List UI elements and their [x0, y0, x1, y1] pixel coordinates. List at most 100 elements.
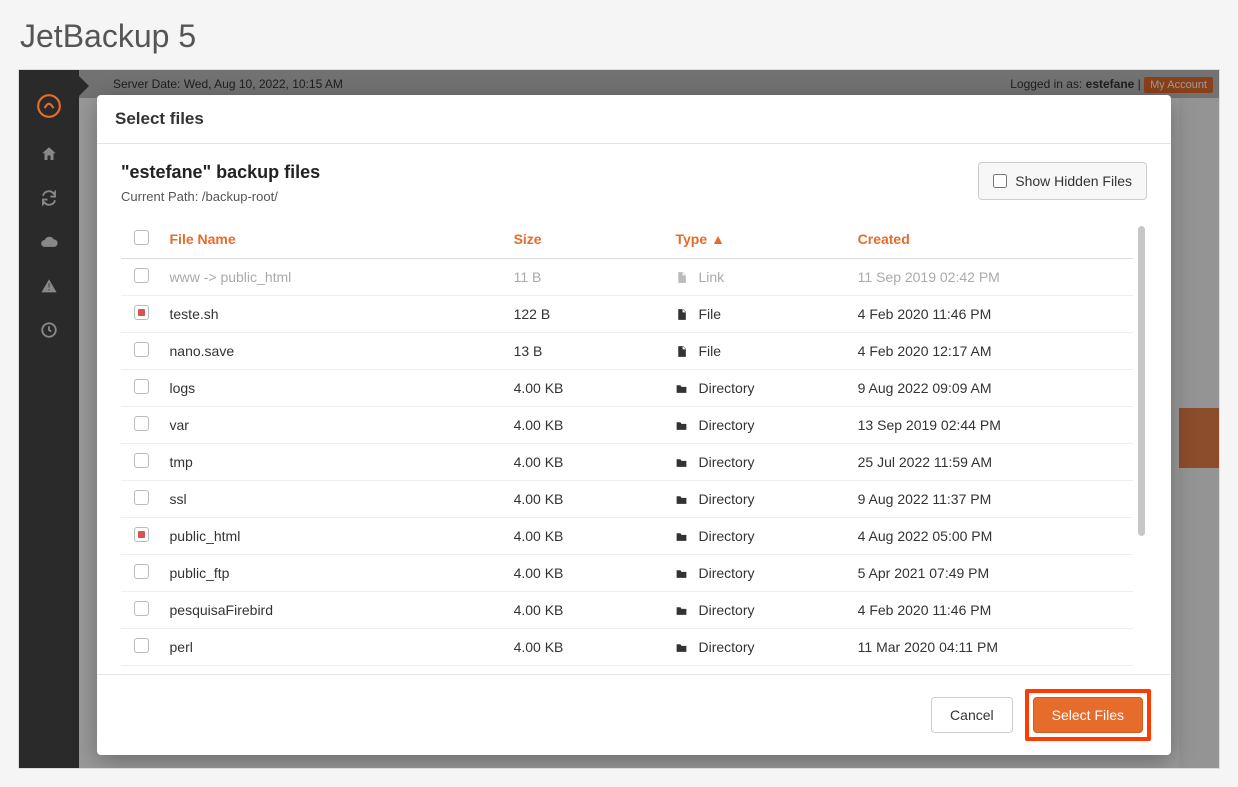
cell-created: 4 Feb 2020 11:46 PM	[850, 592, 1133, 629]
folder-icon	[675, 456, 688, 469]
table-row[interactable]: tmp4.00 KBDirectory25 Jul 2022 11:59 AM	[121, 444, 1133, 481]
cell-size: 4.00 KB	[506, 666, 668, 667]
row-checkbox[interactable]	[134, 305, 149, 320]
row-checkbox[interactable]	[134, 490, 149, 505]
cell-created: 4 Feb 2020 12:17 AM	[850, 333, 1133, 370]
folder-icon	[675, 419, 688, 432]
table-row[interactable]: logs4.00 KBDirectory9 Aug 2022 09:09 AM	[121, 370, 1133, 407]
file-table: File Name Size Type▲ Created www -> publ…	[121, 220, 1133, 666]
home-icon[interactable]	[19, 132, 79, 176]
modal-title: Select files	[97, 95, 1171, 144]
row-checkbox[interactable]	[134, 527, 149, 542]
table-row[interactable]: public_html4.00 KBDirectory4 Aug 2022 05…	[121, 518, 1133, 555]
file-table-scroll[interactable]: File Name Size Type▲ Created www -> publ…	[121, 220, 1147, 666]
alert-icon[interactable]	[19, 264, 79, 308]
current-path: Current Path: /backup-root/	[121, 189, 320, 204]
cell-type-label: Link	[698, 269, 724, 285]
cell-created: 11 Mar 2020 04:11 PM	[850, 629, 1133, 666]
show-hidden-toggle[interactable]: Show Hidden Files	[978, 162, 1147, 200]
cell-filename[interactable]: perl	[162, 629, 506, 666]
table-row[interactable]: www -> public_html11 BLink11 Sep 2019 02…	[121, 259, 1133, 296]
scrollbar-track[interactable]	[1137, 226, 1145, 660]
show-hidden-checkbox[interactable]	[993, 174, 1007, 188]
app-title: JetBackup 5	[0, 0, 1238, 69]
cell-filename[interactable]: public_html	[162, 518, 506, 555]
cell-filename[interactable]: tmp	[162, 444, 506, 481]
cell-size: 4.00 KB	[506, 518, 668, 555]
cell-size: 13 B	[506, 333, 668, 370]
app-logo-icon[interactable]	[19, 80, 79, 132]
scrollbar-thumb[interactable]	[1138, 226, 1145, 536]
table-row[interactable]: var4.00 KB Directory 13 Sep 2019 02:44 PM	[121, 407, 1133, 444]
cell-created: 9 Aug 2022 09:09 AM	[850, 370, 1133, 407]
folder-icon	[675, 382, 688, 395]
cell-filename[interactable]: ssl	[162, 481, 506, 518]
row-checkbox[interactable]	[134, 416, 149, 431]
cell-type: File	[667, 296, 849, 333]
folder-icon	[675, 641, 688, 654]
cell-filename[interactable]: nano.save	[162, 333, 506, 370]
select-files-button[interactable]: Select Files	[1033, 697, 1143, 733]
cell-created: 7 Jun 2021 03:56 PM	[850, 666, 1133, 667]
cell-created: 25 Jul 2022 11:59 AM	[850, 444, 1133, 481]
cell-type: File	[667, 333, 849, 370]
cell-filename[interactable]: teste.sh	[162, 296, 506, 333]
cell-filename[interactable]: www -> public_html	[162, 259, 506, 296]
file-icon	[675, 345, 688, 358]
sort-asc-icon: ▲	[711, 231, 725, 247]
sidebar-nav	[19, 70, 79, 768]
table-row[interactable]: teste.sh122 BFile4 Feb 2020 11:46 PM	[121, 296, 1133, 333]
row-checkbox[interactable]	[134, 564, 149, 579]
folder-icon	[675, 604, 688, 617]
cell-type-label: File	[698, 306, 721, 322]
table-row[interactable]: firebird4.00 KBDirectory7 Jun 2021 03:56…	[121, 666, 1133, 667]
folder-icon	[675, 567, 688, 580]
cell-type-label: Directory	[698, 602, 754, 618]
cell-type: Directory	[667, 370, 849, 407]
cell-size: 4.00 KB	[506, 629, 668, 666]
table-row[interactable]: ssl4.00 KBDirectory9 Aug 2022 11:37 PM	[121, 481, 1133, 518]
cell-type: Directory	[667, 407, 849, 444]
header-size[interactable]: Size	[506, 220, 668, 259]
row-checkbox[interactable]	[134, 601, 149, 616]
cell-type-label: Directory	[698, 417, 754, 433]
header-created[interactable]: Created	[850, 220, 1133, 259]
row-checkbox[interactable]	[134, 268, 149, 283]
cell-filename[interactable]: firebird	[162, 666, 506, 667]
row-checkbox[interactable]	[134, 342, 149, 357]
cell-created: 13 Sep 2019 02:44 PM	[850, 407, 1133, 444]
cell-size: 4.00 KB	[506, 407, 668, 444]
table-row[interactable]: public_ftp4.00 KBDirectory5 Apr 2021 07:…	[121, 555, 1133, 592]
sync-icon[interactable]	[19, 176, 79, 220]
cancel-button[interactable]: Cancel	[931, 697, 1013, 733]
select-files-highlight: Select Files	[1025, 689, 1151, 741]
header-filename[interactable]: File Name	[162, 220, 506, 259]
cell-type-label: Directory	[698, 380, 754, 396]
row-checkbox[interactable]	[134, 379, 149, 394]
row-checkbox[interactable]	[134, 638, 149, 653]
file-icon	[675, 271, 688, 284]
row-checkbox[interactable]	[134, 453, 149, 468]
header-type-label: Type	[675, 231, 707, 247]
cell-filename[interactable]: pesquisaFirebird	[162, 592, 506, 629]
show-hidden-label: Show Hidden Files	[1015, 173, 1132, 189]
table-row[interactable]: nano.save13 B File 4 Feb 2020 12:17 AM	[121, 333, 1133, 370]
cell-type: Directory	[667, 444, 849, 481]
cell-type-label: Directory	[698, 528, 754, 544]
cell-type-label: File	[698, 343, 721, 359]
nav-pointer-icon	[79, 76, 89, 96]
header-type[interactable]: Type▲	[667, 220, 849, 259]
backup-subtitle: "estefane" backup files	[121, 162, 320, 183]
cell-filename[interactable]: public_ftp	[162, 555, 506, 592]
cell-type-label: Directory	[698, 454, 754, 470]
table-row[interactable]: pesquisaFirebird4.00 KBDirectory4 Feb 20…	[121, 592, 1133, 629]
cell-filename[interactable]: logs	[162, 370, 506, 407]
cloud-download-icon[interactable]	[19, 220, 79, 264]
table-row[interactable]: perl4.00 KBDirectory11 Mar 2020 04:11 PM	[121, 629, 1133, 666]
cell-filename[interactable]: var	[162, 407, 506, 444]
select-all-checkbox[interactable]	[134, 230, 149, 245]
cell-type: Directory	[667, 518, 849, 555]
clock-icon[interactable]	[19, 308, 79, 352]
cell-size: 122 B	[506, 296, 668, 333]
app-frame: Server Date: Wed, Aug 10, 2022, 10:15 AM…	[18, 69, 1220, 769]
